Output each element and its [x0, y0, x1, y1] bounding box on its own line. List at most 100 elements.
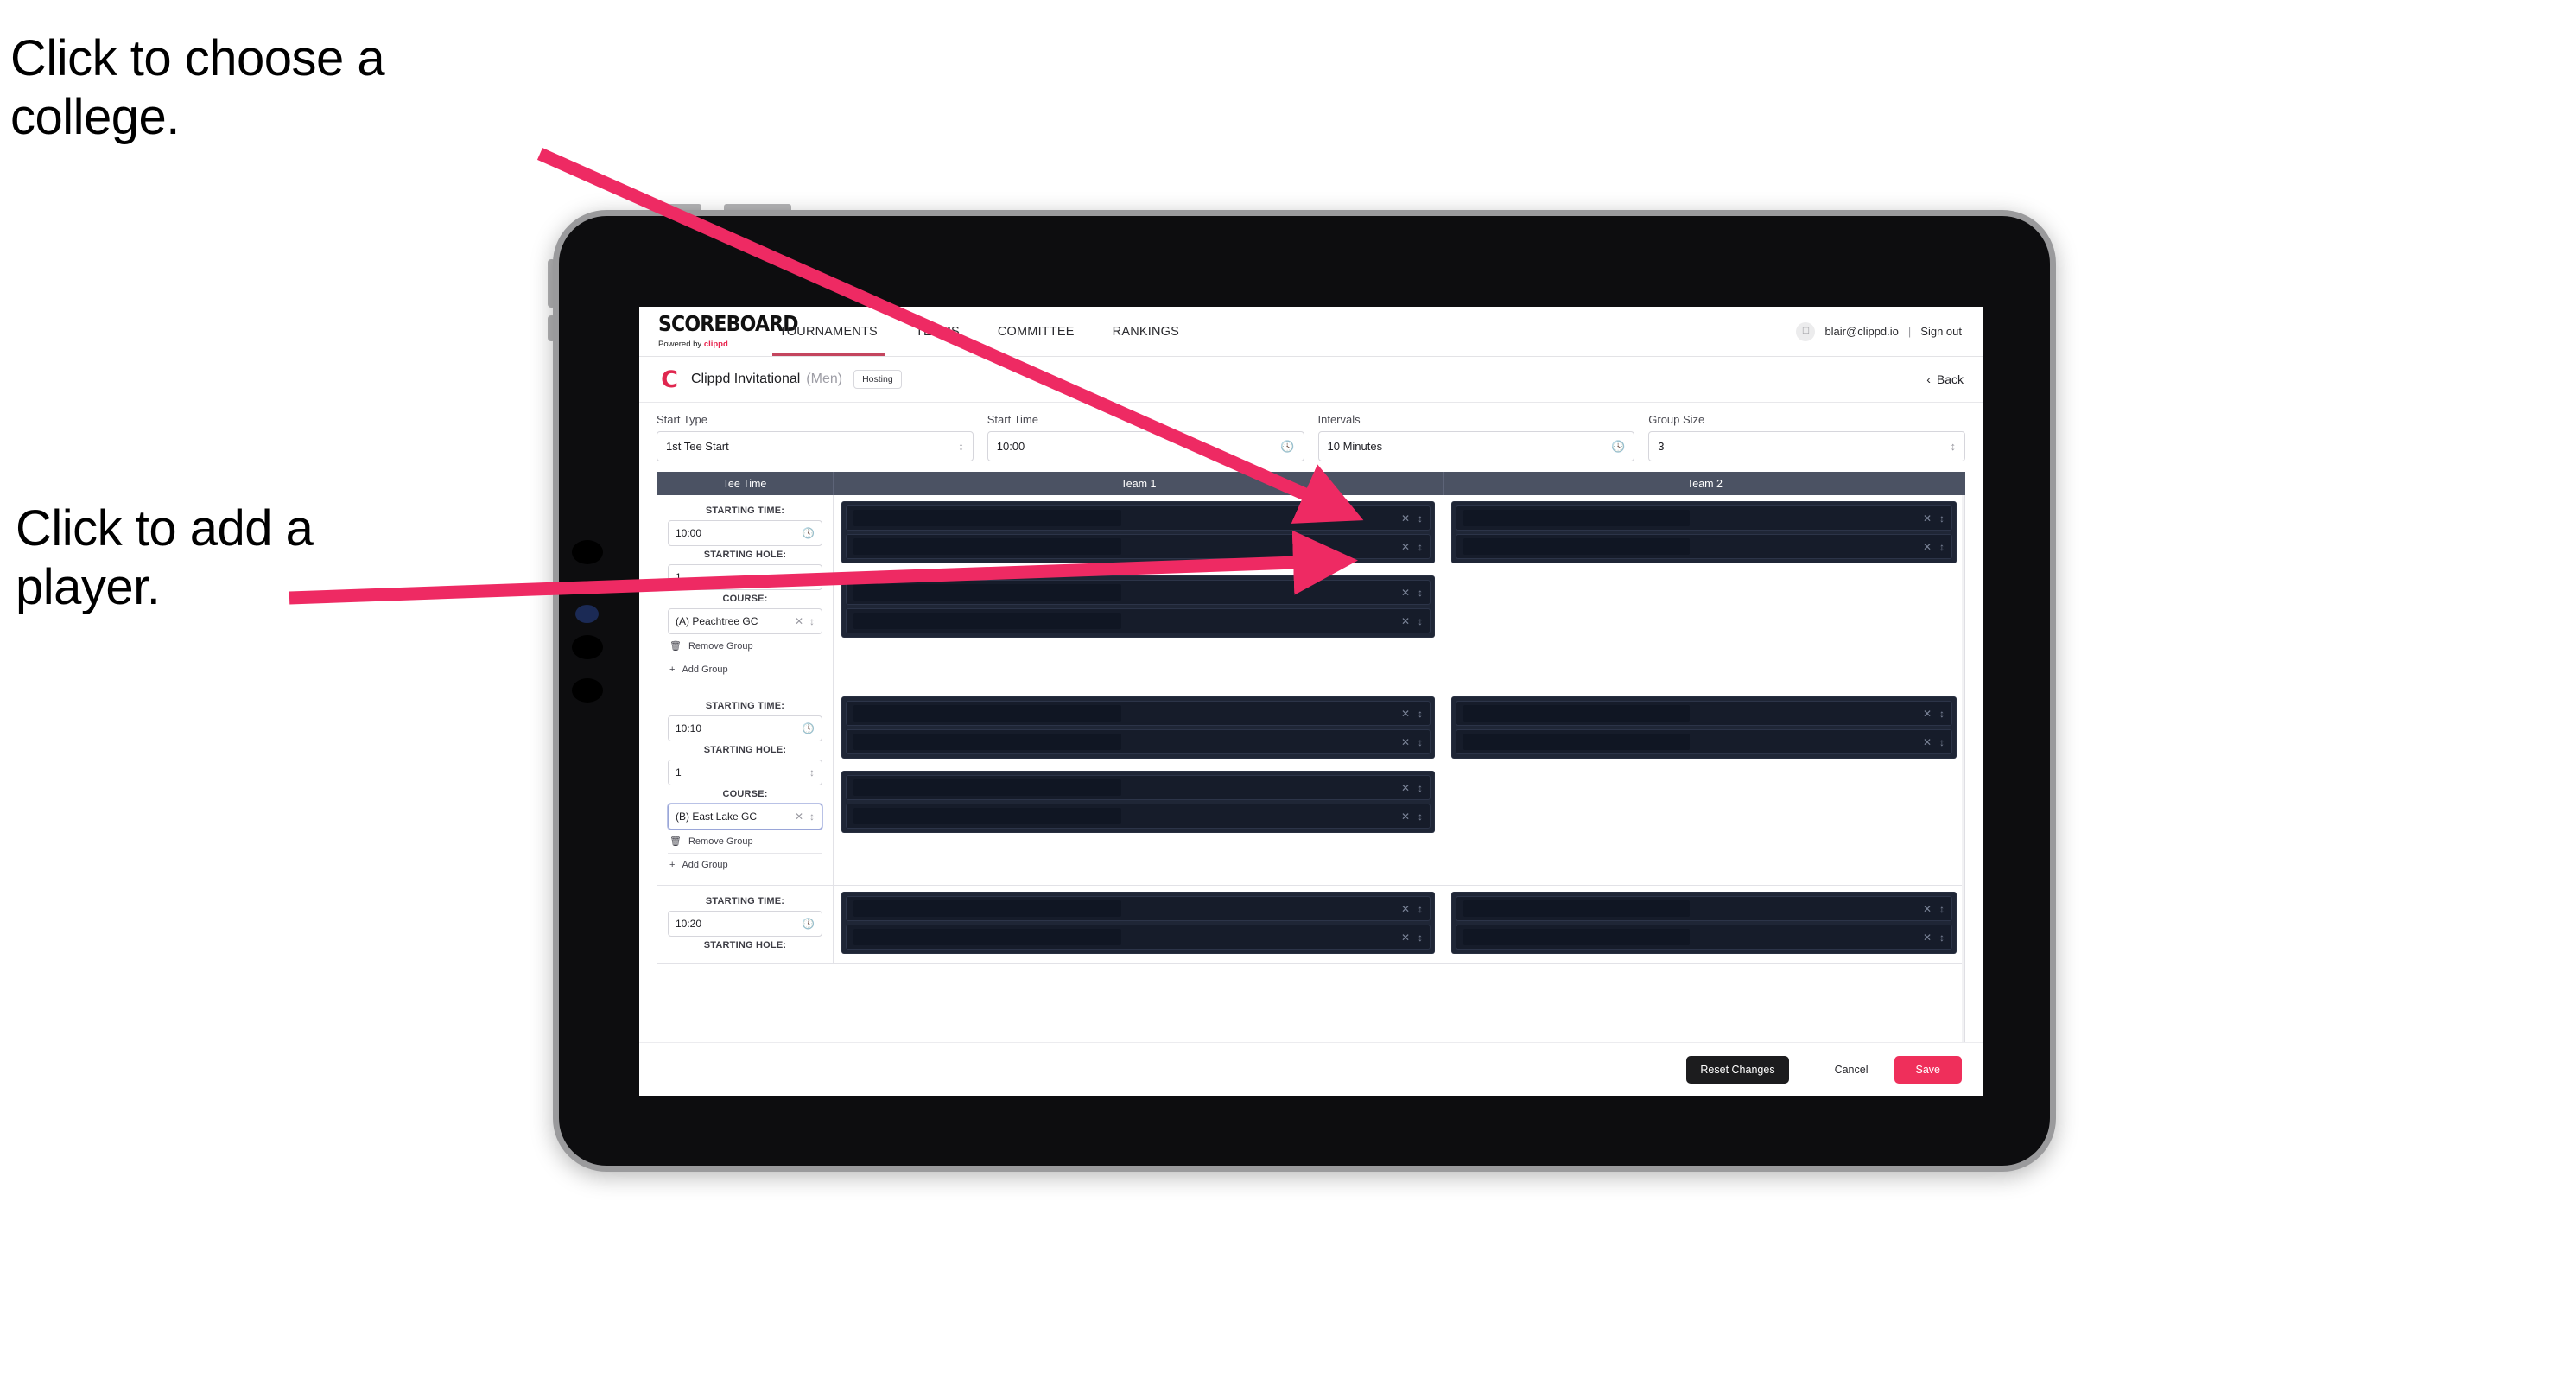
nav-tab-teams[interactable]: TEAMS	[897, 307, 979, 356]
clear-x-icon[interactable]: ✕	[1401, 512, 1410, 525]
starting-time-input[interactable]: 10:20 🕓	[668, 911, 822, 937]
intervals-select[interactable]: 10 Minutes 🕓	[1317, 431, 1635, 461]
player-slot[interactable]: ✕ ↕	[846, 701, 1431, 726]
group-size-stepper[interactable]: 3 ↕	[1648, 431, 1965, 461]
nav-tab-tournaments[interactable]: TOURNAMENTS	[760, 307, 897, 356]
stepper-icon[interactable]: ↕	[1951, 440, 1957, 453]
player-slot[interactable]: ✕ ↕	[846, 505, 1431, 531]
clock-icon[interactable]: 🕓	[802, 722, 815, 734]
clock-icon[interactable]: 🕓	[802, 918, 815, 930]
stepper-icon[interactable]: ↕	[1418, 931, 1423, 944]
player-group[interactable]: ✕ ↕ ✕ ↕	[1451, 696, 1957, 759]
player-slot[interactable]: ✕ ↕	[846, 775, 1431, 800]
player-slot[interactable]: ✕ ↕	[846, 608, 1431, 633]
stepper-icon[interactable]: ↕	[809, 615, 815, 627]
stepper-icon[interactable]: ↕	[1418, 587, 1423, 599]
nav-tab-committee[interactable]: COMMITTEE	[979, 307, 1094, 356]
player-slot[interactable]: ✕ ↕	[1456, 896, 1952, 921]
tee-time-table-body[interactable]: STARTING TIME: 10:00 🕓 STARTING HOLE: 1 …	[657, 495, 1965, 1047]
player-group[interactable]: ✕ ↕ ✕ ↕	[841, 501, 1435, 563]
clear-x-icon[interactable]: ✕	[1923, 541, 1932, 553]
player-slot[interactable]: ✕ ↕	[846, 896, 1431, 921]
stepper-icon[interactable]: ↕	[809, 811, 815, 823]
player-group[interactable]: ✕ ↕ ✕ ↕	[841, 696, 1435, 759]
add-group-button[interactable]: + Add Group	[668, 658, 822, 681]
add-group-button[interactable]: + Add Group	[668, 853, 822, 876]
stepper-icon[interactable]: ↕	[1939, 541, 1945, 553]
player-slot[interactable]: ✕ ↕	[846, 925, 1431, 950]
clear-x-icon[interactable]: ✕	[1923, 903, 1932, 915]
stepper-icon[interactable]: ↕	[1418, 541, 1423, 553]
stepper-icon[interactable]: ↕	[1939, 736, 1945, 748]
clock-icon[interactable]: 🕓	[1611, 440, 1625, 454]
stepper-icon[interactable]: ↕	[1418, 512, 1423, 525]
clear-x-icon[interactable]: ✕	[1923, 931, 1932, 944]
clear-x-icon[interactable]: ✕	[1401, 587, 1410, 599]
stepper-icon[interactable]: ↕	[1418, 615, 1423, 627]
remove-group-button[interactable]: 🗑 Remove Group	[668, 634, 822, 658]
clear-x-icon[interactable]: ✕	[1923, 708, 1932, 720]
player-slot[interactable]: ✕ ↕	[846, 729, 1431, 754]
stepper-icon[interactable]: ↕	[1418, 736, 1423, 748]
clear-x-icon[interactable]: ✕	[1401, 782, 1410, 794]
clear-x-icon[interactable]: ✕	[795, 811, 803, 823]
remove-group-button[interactable]: 🗑 Remove Group	[668, 830, 822, 853]
start-time-input[interactable]: 10:00 🕓	[987, 431, 1304, 461]
start-type-select[interactable]: 1st Tee Start ↕	[657, 431, 974, 461]
back-button[interactable]: ‹ Back	[1926, 372, 1964, 386]
clear-x-icon[interactable]: ✕	[1923, 736, 1932, 748]
stepper-icon[interactable]: ↕	[1418, 811, 1423, 823]
vertical-scrollbar[interactable]	[1962, 495, 1964, 1046]
starting-hole-stepper[interactable]: 1 ↕	[668, 564, 822, 590]
column-header-team-2: Team 2	[1687, 477, 1723, 490]
clear-x-icon[interactable]: ✕	[1401, 736, 1410, 748]
player-group[interactable]: ✕ ↕ ✕ ↕	[841, 892, 1435, 954]
stepper-icon[interactable]: ↕	[1418, 782, 1423, 794]
clear-x-icon[interactable]: ✕	[1401, 903, 1410, 915]
player-slot[interactable]: ✕ ↕	[1456, 729, 1952, 754]
stepper-icon[interactable]: ↕	[1939, 708, 1945, 720]
sign-out-link[interactable]: Sign out	[1920, 325, 1962, 338]
brand-logo[interactable]: SCOREBOARD Powered by clippd	[639, 313, 799, 350]
player-slot[interactable]: ✕ ↕	[1456, 534, 1952, 559]
user-avatar-icon[interactable]: ☐	[1796, 321, 1816, 341]
player-slot[interactable]: ✕ ↕	[846, 580, 1431, 605]
starting-time-input[interactable]: 10:00 🕓	[668, 520, 822, 546]
cancel-button[interactable]: Cancel	[1821, 1056, 1882, 1084]
stepper-icon[interactable]: ↕	[809, 571, 815, 583]
player-slot[interactable]: ✕ ↕	[1456, 701, 1952, 726]
redacted-player-name	[1463, 900, 1690, 917]
course-select[interactable]: (A) Peachtree GC ✕ ↕	[668, 608, 822, 634]
save-button[interactable]: Save	[1894, 1055, 1962, 1084]
player-slot[interactable]: ✕ ↕	[846, 804, 1431, 829]
clear-x-icon[interactable]: ✕	[1923, 512, 1932, 525]
clear-x-icon[interactable]: ✕	[795, 615, 803, 627]
player-slot[interactable]: ✕ ↕	[1456, 505, 1952, 531]
stepper-icon[interactable]: ↕	[809, 766, 815, 779]
stepper-icon[interactable]: ↕	[1418, 708, 1423, 720]
clock-icon[interactable]: 🕓	[802, 527, 815, 539]
starting-hole-stepper[interactable]: 1 ↕	[668, 760, 822, 785]
clear-x-icon[interactable]: ✕	[1401, 615, 1410, 627]
clear-x-icon[interactable]: ✕	[1401, 811, 1410, 823]
player-group[interactable]: ✕ ↕ ✕ ↕	[1451, 892, 1957, 954]
stepper-icon[interactable]: ↕	[1939, 931, 1945, 944]
stepper-icon[interactable]: ↕	[1418, 903, 1423, 915]
stepper-icon[interactable]: ↕	[1939, 512, 1945, 525]
starting-time-input[interactable]: 10:10 🕓	[668, 715, 822, 741]
clear-x-icon[interactable]: ✕	[1401, 708, 1410, 720]
player-group[interactable]: ✕ ↕ ✕ ↕	[841, 771, 1435, 833]
stepper-icon[interactable]: ↕	[1939, 903, 1945, 915]
player-group[interactable]: ✕ ↕ ✕ ↕	[1451, 501, 1957, 563]
reset-changes-button[interactable]: Reset Changes	[1686, 1055, 1789, 1084]
player-slot[interactable]: ✕ ↕	[1456, 925, 1952, 950]
clock-icon[interactable]: 🕓	[1280, 440, 1294, 454]
clear-x-icon[interactable]: ✕	[1401, 541, 1410, 553]
clear-x-icon[interactable]: ✕	[1401, 931, 1410, 944]
player-group[interactable]: ✕ ↕ ✕ ↕	[841, 575, 1435, 638]
player-slot[interactable]: ✕ ↕	[846, 534, 1431, 559]
nav-tab-rankings[interactable]: RANKINGS	[1094, 307, 1198, 356]
stepper-icon[interactable]: ↕	[958, 440, 964, 453]
course-select[interactable]: (B) East Lake GC ✕ ↕	[668, 804, 822, 830]
top-navigation-bar: SCOREBOARD Powered by clippd TOURNAMENTS…	[639, 307, 1983, 357]
